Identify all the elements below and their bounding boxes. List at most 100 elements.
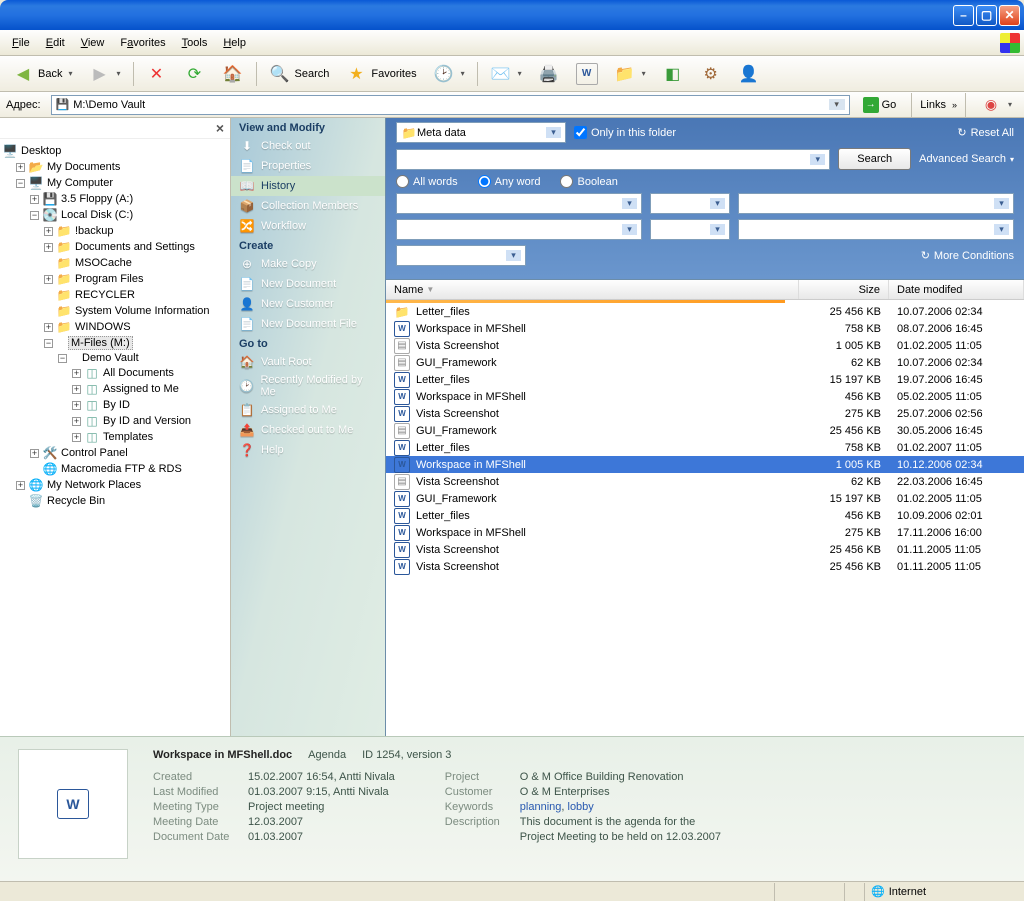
task-checkout[interactable]: ⬇Check out — [231, 136, 385, 156]
file-row[interactable]: ▤Vista Screenshot62 KB22.03.2006 16:45 — [386, 473, 1024, 490]
task-new-cust[interactable]: 👤New Customer — [231, 294, 385, 314]
print-button[interactable]: 🖨️ — [532, 59, 566, 89]
search-text-input[interactable]: ▾ — [396, 149, 830, 170]
keyword-link[interactable]: lobby — [568, 801, 594, 813]
discuss-button[interactable]: 📁 — [608, 59, 652, 89]
extra2-button[interactable]: ⚙ — [694, 59, 728, 89]
extra-toolbar-button[interactable]: ◉ — [974, 90, 1018, 120]
filter2-prop[interactable]: ▾ — [396, 219, 642, 240]
task-help[interactable]: ❓Help — [231, 440, 385, 460]
file-row[interactable]: WVista Screenshot25 456 KB01.11.2005 11:… — [386, 558, 1024, 575]
home-button[interactable]: 🏠 — [216, 59, 250, 89]
tree-floppy[interactable]: +💾3.5 Floppy (A:) — [2, 191, 228, 207]
filter1-prop[interactable]: ▾ — [396, 193, 642, 214]
only-folder-checkbox[interactable]: Only in this folder — [574, 126, 676, 139]
tree-network[interactable]: +🌐My Network Places — [2, 477, 228, 493]
tree-templates[interactable]: +◫Templates — [2, 429, 228, 445]
refresh-button[interactable]: ⟳ — [178, 59, 212, 89]
filter2-val[interactable]: ▾ — [738, 219, 1014, 240]
task-assigned[interactable]: 📋Assigned to Me — [231, 400, 385, 420]
task-history[interactable]: 📖History — [231, 176, 385, 196]
links-chevron[interactable]: » — [952, 100, 957, 110]
menu-favorites[interactable]: Favorites — [112, 33, 173, 53]
file-row[interactable]: WVista Screenshot275 KB25.07.2006 02:56 — [386, 405, 1024, 422]
menu-tools[interactable]: Tools — [174, 33, 216, 53]
file-row[interactable]: WLetter_files758 KB01.02.2007 11:05 — [386, 439, 1024, 456]
go-button[interactable]: →Go — [856, 94, 904, 116]
minimize-button[interactable]: – — [953, 5, 974, 26]
task-new-doc[interactable]: 📄New Document — [231, 274, 385, 294]
tree-mfiles[interactable]: −M-Files (M:) — [2, 335, 228, 351]
back-button[interactable]: ◀Back — [6, 59, 78, 89]
file-row[interactable]: WWorkspace in MFShell1 005 KB10.12.2006 … — [386, 456, 1024, 473]
maximize-button[interactable]: ▢ — [976, 5, 997, 26]
more-conditions-link[interactable]: ↻More Conditions — [921, 249, 1014, 262]
messenger-button[interactable]: 👤 — [732, 59, 766, 89]
tree-local-disk[interactable]: −Local Disk (C:) — [2, 207, 228, 223]
col-date[interactable]: Date modifed — [889, 280, 1024, 299]
address-dropdown[interactable]: ▾ — [829, 99, 845, 110]
extra1-button[interactable]: ◧ — [656, 59, 690, 89]
advanced-search-link[interactable]: Advanced Search ▾ — [919, 153, 1014, 165]
keyword-link[interactable]: planning — [520, 801, 562, 813]
task-recent[interactable]: 🕑Recently Modified by Me — [231, 372, 385, 400]
tree-backup[interactable]: +📁!backup — [2, 223, 228, 239]
tree-windows[interactable]: +📁WINDOWS — [2, 319, 228, 335]
search-scope-select[interactable]: 📁Meta data▾ — [396, 122, 566, 143]
tree-program-files[interactable]: +📁Program Files — [2, 271, 228, 287]
task-workflow[interactable]: 🔀Workflow — [231, 216, 385, 236]
reset-all-link[interactable]: ↻Reset All — [957, 126, 1014, 139]
search-button[interactable]: Search — [838, 148, 911, 170]
file-row[interactable]: WWorkspace in MFShell456 KB05.02.2005 11… — [386, 388, 1024, 405]
tree-macromedia[interactable]: 🌐Macromedia FTP & RDS — [2, 461, 228, 477]
tree-by-id[interactable]: +◫By ID — [2, 397, 228, 413]
file-row[interactable]: WVista Screenshot25 456 KB01.11.2005 11:… — [386, 541, 1024, 558]
close-button[interactable]: ✕ — [999, 5, 1020, 26]
tree-svi[interactable]: 📁System Volume Information — [2, 303, 228, 319]
tree-close-button[interactable]: × — [0, 118, 230, 139]
file-row[interactable]: WWorkspace in MFShell758 KB08.07.2006 16… — [386, 320, 1024, 337]
file-row[interactable]: ▤GUI_Framework62 KB10.07.2006 02:34 — [386, 354, 1024, 371]
tree-assigned[interactable]: +◫Assigned to Me — [2, 381, 228, 397]
tree-msocache[interactable]: 📁MSOCache — [2, 255, 228, 271]
history-button[interactable]: 🕑 — [427, 59, 471, 89]
edit-button[interactable]: W — [570, 59, 604, 89]
file-row[interactable]: WLetter_files15 197 KB19.07.2006 16:45 — [386, 371, 1024, 388]
file-row[interactable]: WLetter_files456 KB10.09.2006 02:01 — [386, 507, 1024, 524]
task-collection[interactable]: 📦Collection Members — [231, 196, 385, 216]
menu-file[interactable]: FFileile — [4, 33, 38, 53]
task-properties[interactable]: 📄Properties — [231, 156, 385, 176]
task-checkedout[interactable]: 📤Checked out to Me — [231, 420, 385, 440]
file-row[interactable]: 📁Letter_files25 456 KB10.07.2006 02:34 — [386, 303, 1024, 320]
tree-recycle[interactable]: 🗑️Recycle Bin — [2, 493, 228, 509]
task-vault-root[interactable]: 🏠Vault Root — [231, 352, 385, 372]
radio-all-words[interactable]: All words — [396, 175, 458, 188]
search-button[interactable]: 🔍Search — [263, 59, 336, 89]
mail-button[interactable]: ✉️ — [484, 59, 528, 89]
radio-any-word[interactable]: Any word — [478, 175, 541, 188]
tree-my-documents[interactable]: +📂My Documents — [2, 159, 228, 175]
tree-demo-vault[interactable]: −Demo Vault — [2, 351, 228, 365]
tree-docs-settings[interactable]: +📁Documents and Settings — [2, 239, 228, 255]
address-input[interactable]: 💾 M:\Demo Vault ▾ — [51, 95, 850, 115]
task-new-doc-file[interactable]: 📄New Document File — [231, 314, 385, 334]
tree-desktop[interactable]: 🖥️Desktop — [2, 143, 228, 159]
filter1-op[interactable]: ▾ — [650, 193, 730, 214]
tree-by-id-ver[interactable]: +◫By ID and Version — [2, 413, 228, 429]
col-size[interactable]: Size — [799, 280, 889, 299]
file-row[interactable]: WGUI_Framework15 197 KB01.02.2005 11:05 — [386, 490, 1024, 507]
menu-view[interactable]: View — [73, 33, 113, 53]
task-make-copy[interactable]: ⊕Make Copy — [231, 254, 385, 274]
stop-button[interactable]: ✕ — [140, 59, 174, 89]
filter1-val[interactable]: ▾ — [738, 193, 1014, 214]
filter3-prop[interactable]: ▾ — [396, 245, 526, 266]
radio-boolean[interactable]: Boolean — [560, 175, 617, 188]
tree-my-computer[interactable]: −My Computer — [2, 175, 228, 191]
tree-control-panel[interactable]: +🛠️Control Panel — [2, 445, 228, 461]
tree-all-docs[interactable]: +◫All Documents — [2, 365, 228, 381]
tree-recycler[interactable]: 📁RECYCLER — [2, 287, 228, 303]
links-label[interactable]: Links — [920, 99, 946, 111]
forward-button[interactable]: ▶ — [82, 59, 126, 89]
col-name[interactable]: Name▼ — [386, 280, 799, 299]
file-row[interactable]: WWorkspace in MFShell275 KB17.11.2006 16… — [386, 524, 1024, 541]
